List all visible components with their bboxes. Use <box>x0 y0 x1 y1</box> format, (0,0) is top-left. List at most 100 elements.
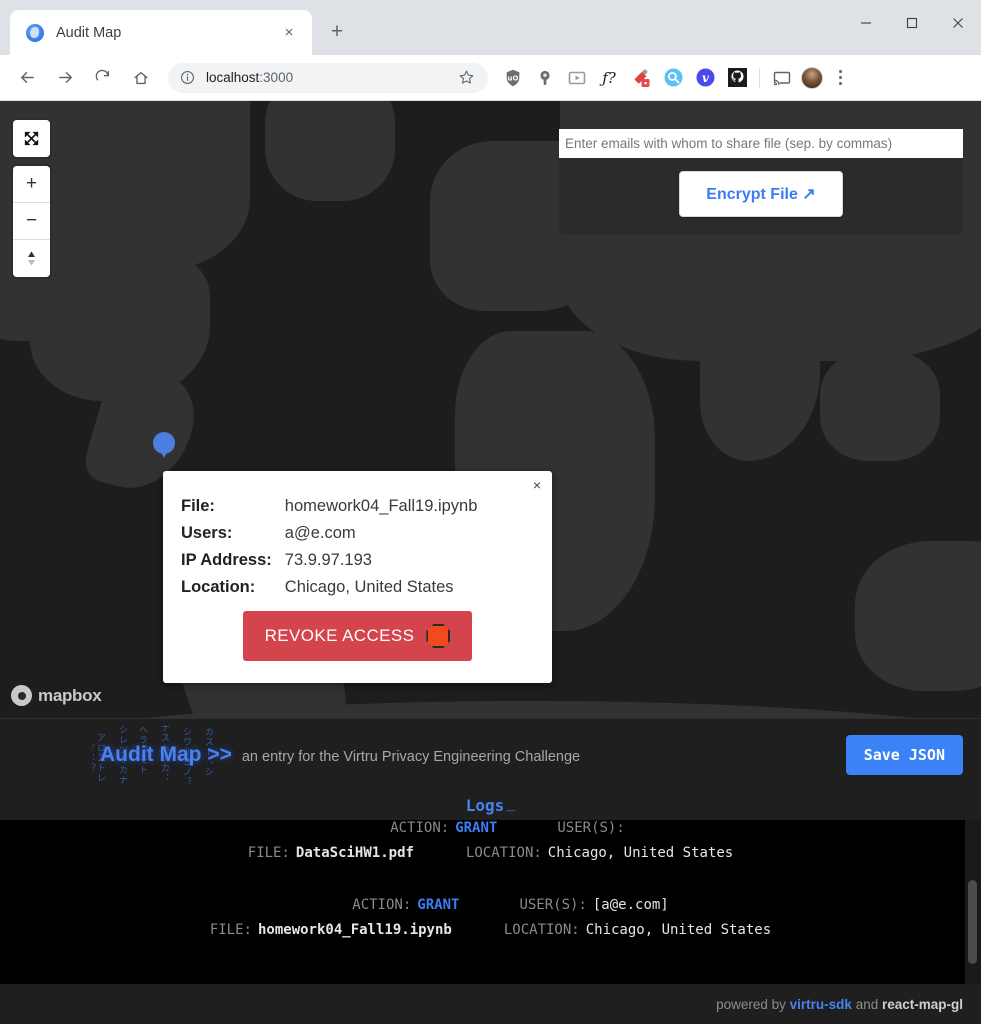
table-row: IP Address: 73.9.97.193 <box>181 547 477 574</box>
file-value: homework04_Fall19.ipynb <box>285 493 478 520</box>
user-avatar <box>801 67 823 89</box>
reload-icon[interactable] <box>88 63 118 93</box>
close-icon[interactable]: × <box>278 22 300 44</box>
home-icon[interactable] <box>126 63 156 93</box>
mapbox-attribution[interactable]: mapbox <box>11 685 101 706</box>
table-row: File: homework04_Fall19.ipynb <box>181 493 477 520</box>
react-map-gl-link[interactable]: react-map-gl <box>882 997 963 1012</box>
zoom-in-button[interactable]: + <box>13 166 50 203</box>
revoke-access-button[interactable]: REVOKE ACCESS <box>243 611 473 661</box>
encrypt-file-button[interactable]: Encrypt File ↗ <box>679 171 842 217</box>
close-icon[interactable]: × <box>533 478 541 492</box>
users-label: USER(S): <box>519 897 586 913</box>
landmass-antarctica <box>0 701 981 718</box>
pin-shape <box>153 432 175 454</box>
landmass-australia <box>855 541 981 691</box>
info-circle-icon <box>180 70 196 86</box>
location-label: LOCATION: <box>466 845 542 861</box>
brand: アロストレイ：？ シレツ＝カナ ミヘラ？モト ナスヘテカ： シワ＝ヨノ？ レカス… <box>100 743 580 767</box>
landmass-se-asia <box>820 351 940 461</box>
users-label: USER(S): <box>557 820 624 836</box>
revoke-row: REVOKE ACCESS <box>181 611 534 661</box>
location-value: Chicago, United States <box>285 574 478 601</box>
location-value: Chicago, United States <box>586 922 771 938</box>
file-value: homework04_Fall19.ipynb <box>258 922 452 938</box>
youtube-icon[interactable] <box>562 63 592 93</box>
url-port: :3000 <box>259 70 293 85</box>
ublock-origin-icon[interactable]: uO <box>498 63 528 93</box>
action-value: GRANT <box>417 897 459 913</box>
virtru-sdk-link[interactable]: virtru-sdk <box>790 997 852 1012</box>
location-pin-marker[interactable] <box>153 432 175 460</box>
file-value: DataSciHW1.pdf <box>296 845 414 861</box>
address-bar[interactable]: localhost:3000 <box>168 63 488 93</box>
lastpass-icon[interactable] <box>530 63 560 93</box>
logs-header: Logs _ <box>0 790 981 820</box>
map-zoom-controls[interactable]: + − <box>13 166 50 277</box>
tab-title: Audit Map <box>56 25 278 41</box>
location-label: Location: <box>181 574 285 601</box>
maximize-icon[interactable] <box>889 0 935 46</box>
file-label: File: <box>181 493 285 520</box>
tab-audit-map[interactable]: Audit Map × <box>10 10 312 55</box>
fullscreen-icon[interactable] <box>13 120 50 157</box>
browser-toolbar: localhost:3000 uO ƒ? <box>0 55 981 101</box>
share-email-input[interactable] <box>559 129 963 158</box>
svg-text:uO: uO <box>508 74 519 82</box>
users-value: [a@e.com] <box>593 897 669 913</box>
compass-icon[interactable] <box>13 240 50 277</box>
landmass-greenland <box>265 101 395 201</box>
logs-list: ACTION: GRANT USER(S): FILE: DataSciHW1.pd… <box>0 820 981 984</box>
action-value: GRANT <box>455 820 497 836</box>
footer: powered by virtru-sdk and react-map-gl <box>0 984 981 1024</box>
back-arrow-icon[interactable] <box>12 63 42 93</box>
encrypt-row: Encrypt File ↗ <box>559 158 963 234</box>
tab-strip: Audit Map × + <box>0 0 352 55</box>
file-label: FILE: <box>248 845 290 861</box>
log-row-file: FILE:homework04_Fall19.ipynb LOCATION:Ch… <box>14 918 967 943</box>
map-fullscreen-control[interactable] <box>13 120 50 157</box>
eyedropper-icon[interactable] <box>626 63 656 93</box>
app-bar: アロストレイ：？ シレツ＝カナ ミヘラ？モト ナスヘテカ： シワ＝ヨノ？ レカス… <box>0 718 981 790</box>
footer-middle: and <box>852 997 882 1012</box>
log-separator <box>0 866 981 893</box>
minimize-icon[interactable] <box>843 0 889 46</box>
zoom-out-button[interactable]: − <box>13 203 50 240</box>
landmass-india <box>700 311 820 461</box>
logs-scrollbar-thumb[interactable] <box>968 880 977 964</box>
log-row-action: ACTION:GRANT USER(S):[a@e.com] <box>14 893 967 918</box>
file-detail-popup: × File: homework04_Fall19.ipynb Users: a… <box>163 471 552 683</box>
file-label: FILE: <box>210 922 252 938</box>
footer-prefix: powered by <box>716 997 790 1012</box>
users-value: a@e.com <box>285 520 478 547</box>
logs-panel[interactable]: ACTION: GRANT USER(S): FILE: DataSciHW1.pd… <box>0 820 981 984</box>
search-lens-icon[interactable] <box>658 63 688 93</box>
ip-address-value: 73.9.97.193 <box>285 547 478 574</box>
forward-arrow-icon[interactable] <box>50 63 80 93</box>
save-json-button[interactable]: Save JSON <box>846 735 963 775</box>
bookmark-star-icon[interactable] <box>458 69 476 87</box>
action-label: ACTION: <box>390 820 449 836</box>
location-value: Chicago, United States <box>548 845 733 861</box>
url-host: localhost <box>206 70 259 85</box>
cast-icon[interactable] <box>767 63 797 93</box>
svg-text:v: v <box>702 71 710 85</box>
footer-credit: powered by virtru-sdk and react-map-gl <box>716 997 963 1012</box>
list-item[interactable]: ACTION: GRANT USER(S): FILE: DataSciHW1.pd… <box>0 820 981 866</box>
browser-window: Audit Map × + <box>0 0 981 1024</box>
globe-icon <box>26 24 44 42</box>
kebab-menu-icon[interactable] <box>827 63 853 93</box>
vimeo-icon[interactable]: v <box>690 63 720 93</box>
users-label: Users: <box>181 520 285 547</box>
mapbox-logo-icon <box>11 685 32 706</box>
table-row: Location: Chicago, United States <box>181 574 477 601</box>
logs-caret: _ <box>506 796 515 814</box>
mathjax-icon[interactable]: ƒ? <box>594 63 624 93</box>
list-item[interactable]: ACTION:GRANT USER(S):[a@e.com] FILE:home… <box>0 893 981 943</box>
github-icon[interactable] <box>722 63 752 93</box>
new-tab-button[interactable]: + <box>322 17 352 47</box>
avatar[interactable] <box>797 63 827 93</box>
revoke-access-label: REVOKE ACCESS <box>265 626 415 646</box>
extension-icons: uO ƒ? v <box>498 63 752 93</box>
close-icon[interactable] <box>935 0 981 46</box>
